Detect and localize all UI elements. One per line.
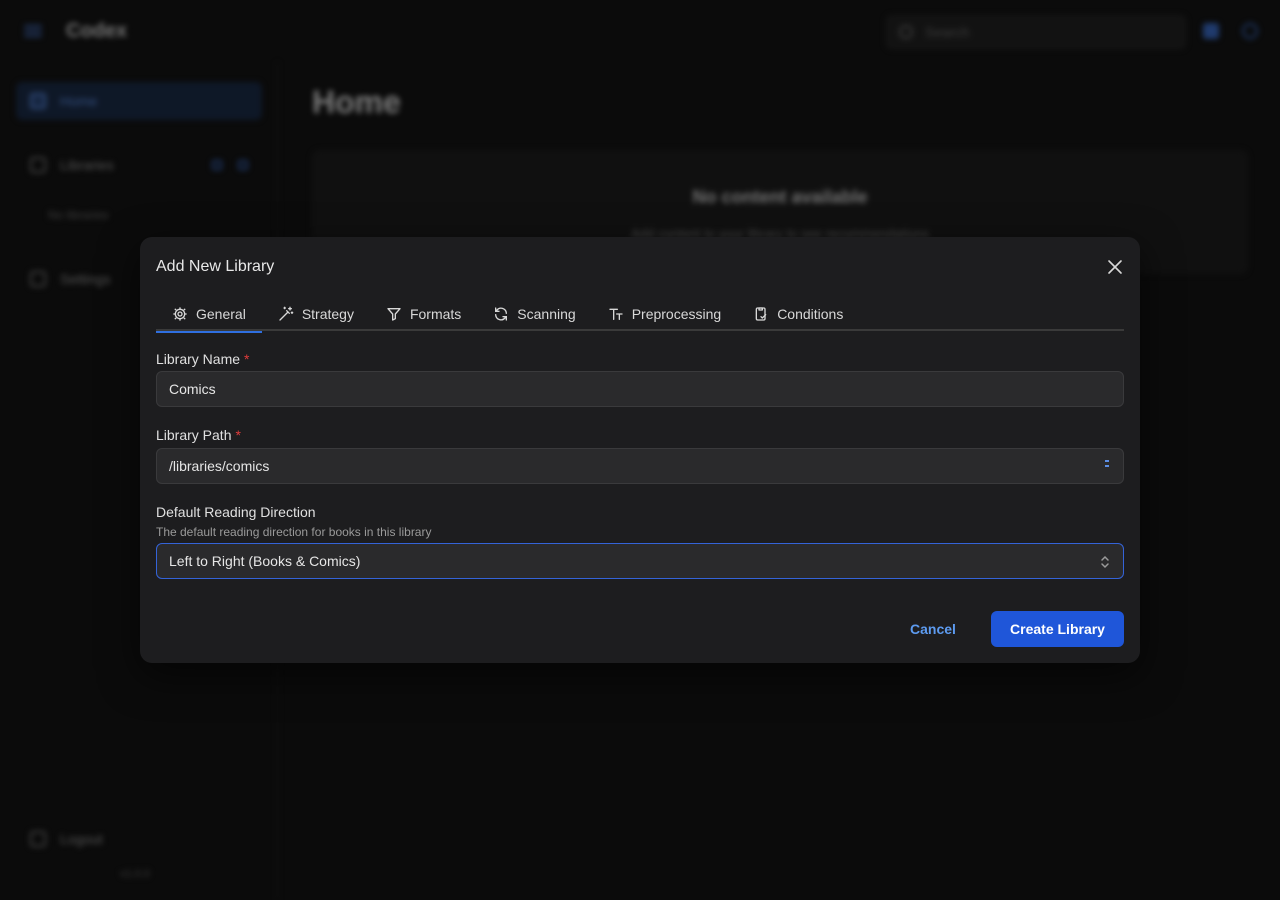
- filter-icon: [387, 308, 401, 321]
- browse-folder-button[interactable]: [1105, 460, 1109, 472]
- tab-preprocessing[interactable]: Preprocessing: [592, 297, 738, 331]
- tab-general[interactable]: General: [156, 297, 262, 333]
- library-path-input[interactable]: /libraries/comics: [156, 448, 1124, 484]
- library-name-input[interactable]: Comics: [156, 371, 1124, 407]
- tab-conditions[interactable]: Conditions: [737, 297, 859, 331]
- gear-icon: [173, 307, 187, 321]
- create-library-button[interactable]: Create Library: [991, 611, 1124, 647]
- refresh-icon: [495, 307, 508, 321]
- tab-label: Formats: [409, 306, 462, 322]
- wand-icon: [279, 306, 294, 321]
- tab-label: Strategy: [301, 306, 354, 322]
- tab-scanning[interactable]: Scanning: [477, 297, 591, 331]
- add-library-dialog: Add New Library General Strategy Formats…: [140, 237, 1140, 663]
- dialog-title: Add New Library: [156, 258, 275, 275]
- reading-direction-select[interactable]: Left to Right (Books & Comics): [156, 543, 1124, 579]
- library-name-label-text: Library Name: [156, 351, 241, 367]
- library-name-label: Library Name *: [156, 351, 249, 367]
- tab-label: Conditions: [777, 306, 844, 322]
- tab-label: General: [196, 306, 246, 322]
- library-path-label-text: Library Path: [156, 427, 232, 443]
- library-name-value: Comics: [169, 381, 216, 397]
- tab-label: Scanning: [517, 306, 576, 322]
- cancel-button[interactable]: Cancel: [892, 611, 974, 647]
- close-button[interactable]: [1104, 256, 1126, 278]
- library-path-label: Library Path *: [156, 427, 241, 443]
- reading-direction-value: Left to Right (Books & Comics): [169, 553, 361, 569]
- reading-direction-description: The default reading direction for books …: [156, 525, 432, 539]
- library-path-value: /libraries/comics: [169, 458, 270, 474]
- text-size-icon: [609, 308, 623, 320]
- chevron-up-down-icon: [1101, 555, 1109, 569]
- dialog-tabs: General Strategy Formats Scanning Prepro…: [156, 297, 1124, 333]
- tab-label: Preprocessing: [631, 306, 722, 322]
- clipboard-check-icon: [755, 307, 767, 321]
- tab-formats[interactable]: Formats: [370, 297, 477, 331]
- close-icon: [1108, 260, 1122, 274]
- required-mark: *: [244, 351, 250, 367]
- required-mark: *: [235, 427, 241, 443]
- tab-strategy[interactable]: Strategy: [262, 297, 370, 331]
- reading-direction-label: Default Reading Direction: [156, 504, 316, 520]
